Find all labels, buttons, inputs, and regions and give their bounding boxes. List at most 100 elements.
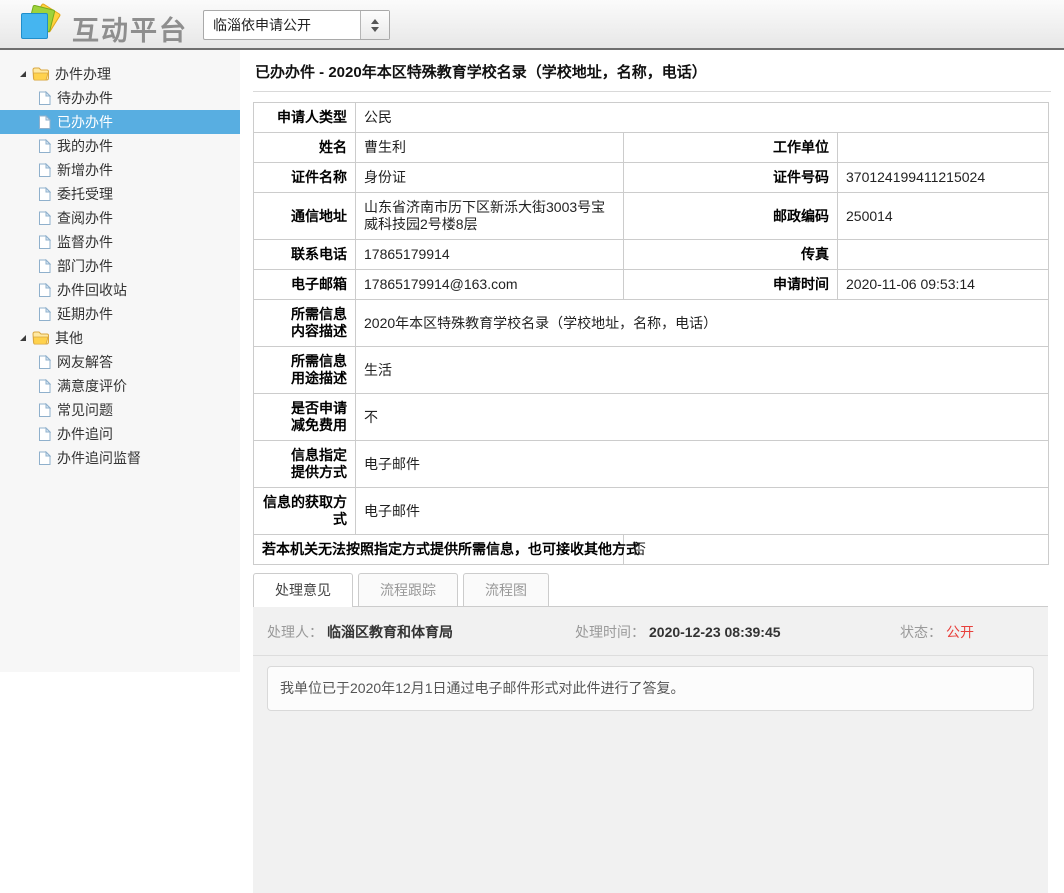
field-label: 电子邮箱 xyxy=(254,270,356,300)
sidebar-item-0-5[interactable]: 查阅办件 xyxy=(0,206,240,230)
sidebar-item-label: 监督办件 xyxy=(57,230,113,254)
document-icon xyxy=(38,259,51,274)
sidebar-item-label: 延期办件 xyxy=(57,302,113,326)
document-icon xyxy=(38,163,51,178)
document-icon xyxy=(38,427,51,442)
document-icon xyxy=(38,91,51,106)
sidebar-item-1-4[interactable]: 办件追问监督 xyxy=(0,446,240,470)
table-row: 申请人类型公民 xyxy=(254,103,1049,133)
sidebar-item-0-4[interactable]: 委托受理 xyxy=(0,182,240,206)
table-row: 电子邮箱17865179914@163.com申请时间2020-11-06 09… xyxy=(254,270,1049,300)
document-icon xyxy=(38,211,51,226)
field-value: 250014 xyxy=(838,193,1049,240)
sidebar-tree: 办件办理待办办件已办办件我的办件新增办件委托受理查阅办件监督办件部门办件办件回收… xyxy=(0,62,240,470)
field-label: 信息指定 提供方式 xyxy=(254,441,356,488)
arrow-up-icon xyxy=(371,19,379,24)
table-row: 所需信息 内容描述2020年本区特殊教育学校名录（学校地址，名称，电话） xyxy=(254,300,1049,347)
table-row: 是否申请 减免费用不 xyxy=(254,394,1049,441)
document-icon xyxy=(38,451,51,466)
tab-0[interactable]: 处理意见 xyxy=(253,573,353,606)
sidebar-item-label: 办件追问监督 xyxy=(57,446,141,470)
sidebar-item-label: 查阅办件 xyxy=(57,206,113,230)
sidebar-item-0-2[interactable]: 我的办件 xyxy=(0,134,240,158)
document-icon xyxy=(38,139,51,154)
field-value: 不 xyxy=(356,394,1049,441)
field-value: 山东省济南市历下区新泺大街3003号宝威科技园2号楼8层 xyxy=(356,193,624,240)
tab-bar: 处理意见流程跟踪流程图 xyxy=(253,573,1048,606)
field-label: 若本机关无法按照指定方式提供所需信息，也可接收其他方式 xyxy=(254,535,624,565)
field-value: 曹生利 xyxy=(356,133,624,163)
time-value: 2020-12-23 08:39:45 xyxy=(649,624,781,640)
sidebar-item-label: 满意度评价 xyxy=(57,374,127,398)
field-value: 公民 xyxy=(356,103,1049,133)
sidebar-item-0-9[interactable]: 延期办件 xyxy=(0,302,240,326)
field-label: 信息的获取方式 xyxy=(254,488,356,535)
field-value: 370124199411215024 xyxy=(838,163,1049,193)
tab-2[interactable]: 流程图 xyxy=(463,573,549,606)
sidebar-item-label: 网友解答 xyxy=(57,350,113,374)
field-label: 联系电话 xyxy=(254,240,356,270)
sidebar-item-0-3[interactable]: 新增办件 xyxy=(0,158,240,182)
site-select[interactable]: 临淄依申请公开 xyxy=(203,10,390,40)
document-icon xyxy=(38,283,51,298)
opinion-panel: 处理人：临淄区教育和体育局 处理时间：2020-12-23 08:39:45 状… xyxy=(253,606,1048,893)
table-row: 证件名称身份证证件号码370124199411215024 xyxy=(254,163,1049,193)
sidebar-item-0-1[interactable]: 已办办件 xyxy=(0,110,240,134)
sidebar-item-1-1[interactable]: 满意度评价 xyxy=(0,374,240,398)
field-value: 否 xyxy=(624,535,1049,565)
sidebar-item-0-7[interactable]: 部门办件 xyxy=(0,254,240,278)
sidebar-item-0-8[interactable]: 办件回收站 xyxy=(0,278,240,302)
field-label: 是否申请 减免费用 xyxy=(254,394,356,441)
table-row: 所需信息 用途描述生活 xyxy=(254,347,1049,394)
table-row: 通信地址山东省济南市历下区新泺大街3003号宝威科技园2号楼8层邮政编码2500… xyxy=(254,193,1049,240)
tree-expander-icon[interactable] xyxy=(20,71,26,77)
field-label: 申请时间 xyxy=(624,270,838,300)
sidebar-item-0-6[interactable]: 监督办件 xyxy=(0,230,240,254)
status-group: 状态：公开 xyxy=(900,622,1034,642)
sidebar-item-label: 部门办件 xyxy=(57,254,113,278)
document-icon xyxy=(38,355,51,370)
document-icon xyxy=(38,187,51,202)
app-title: 互动平台 xyxy=(72,9,188,48)
sidebar-section-1[interactable]: 其他 xyxy=(0,326,240,350)
field-label: 邮政编码 xyxy=(624,193,838,240)
table-row: 联系电话17865179914传真 xyxy=(254,240,1049,270)
field-value xyxy=(838,240,1049,270)
sidebar-item-label: 委托受理 xyxy=(57,182,113,206)
app-header: 互动平台 临淄依申请公开 xyxy=(0,0,1064,50)
field-label: 申请人类型 xyxy=(254,103,356,133)
app-logo-icon xyxy=(18,4,64,46)
sidebar-item-1-3[interactable]: 办件追问 xyxy=(0,422,240,446)
field-label: 证件名称 xyxy=(254,163,356,193)
sidebar-item-label: 办件追问 xyxy=(57,422,113,446)
field-label: 所需信息 内容描述 xyxy=(254,300,356,347)
field-label: 传真 xyxy=(624,240,838,270)
tab-1[interactable]: 流程跟踪 xyxy=(358,573,458,606)
sidebar-section-0[interactable]: 办件办理 xyxy=(0,62,240,86)
sidebar: 办件办理待办办件已办办件我的办件新增办件委托受理查阅办件监督办件部门办件办件回收… xyxy=(0,50,240,672)
sidebar-section-label: 办件办理 xyxy=(55,62,111,86)
sidebar-item-label: 已办办件 xyxy=(57,110,113,134)
field-label: 证件号码 xyxy=(624,163,838,193)
time-group: 处理时间：2020-12-23 08:39:45 xyxy=(575,622,900,642)
opinion-info-row: 处理人：临淄区教育和体育局 处理时间：2020-12-23 08:39:45 状… xyxy=(253,607,1048,656)
field-label: 姓名 xyxy=(254,133,356,163)
sidebar-item-1-2[interactable]: 常见问题 xyxy=(0,398,240,422)
sidebar-section-label: 其他 xyxy=(55,326,83,350)
field-value: 2020-11-06 09:53:14 xyxy=(838,270,1049,300)
document-icon xyxy=(38,379,51,394)
sidebar-item-0-0[interactable]: 待办办件 xyxy=(0,86,240,110)
document-icon xyxy=(38,235,51,250)
detail-table: 申请人类型公民姓名曹生利工作单位证件名称身份证证件号码3701241994112… xyxy=(253,102,1049,565)
tree-expander-icon[interactable] xyxy=(20,335,26,341)
document-icon xyxy=(38,307,51,322)
select-spinner-icon[interactable] xyxy=(360,11,389,39)
arrow-down-icon xyxy=(371,27,379,32)
field-value: 身份证 xyxy=(356,163,624,193)
sidebar-item-1-0[interactable]: 网友解答 xyxy=(0,350,240,374)
table-row: 信息的获取方式电子邮件 xyxy=(254,488,1049,535)
table-row: 若本机关无法按照指定方式提供所需信息，也可接收其他方式否 xyxy=(254,535,1049,565)
sidebar-item-label: 我的办件 xyxy=(57,134,113,158)
sidebar-item-label: 待办办件 xyxy=(57,86,113,110)
site-select-value: 临淄依申请公开 xyxy=(204,15,360,35)
